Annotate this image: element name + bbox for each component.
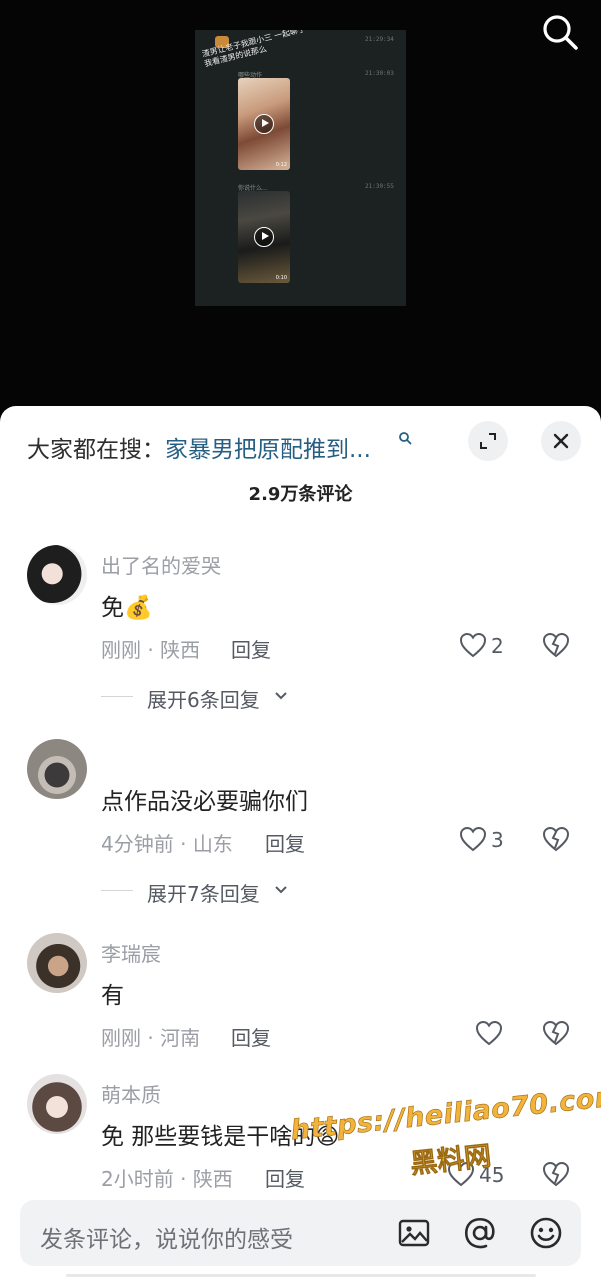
money-bag-emoji: 💰: [124, 595, 153, 621]
video-player[interactable]: 渣男让老子我跟小三 一起聊了我看渣男的说那么 21:29:34 21:30:03…: [0, 0, 601, 420]
reply-button[interactable]: 回复: [265, 828, 305, 857]
like-count: 2: [491, 634, 504, 658]
play-icon: [254, 114, 274, 134]
reply-button[interactable]: 回复: [265, 1163, 305, 1192]
video-timestamp: 21:30:03: [365, 70, 394, 77]
video-frame: 渣男让老子我跟小三 一起聊了我看渣男的说那么 21:29:34 21:30:03…: [195, 30, 406, 306]
search-icon[interactable]: [540, 12, 580, 52]
reply-button[interactable]: 回复: [231, 1022, 271, 1051]
comment-time: 刚刚: [101, 638, 141, 662]
clip-duration: 0:12: [275, 162, 287, 168]
expand-replies-label: 展开7条回复: [147, 882, 260, 906]
avatar[interactable]: [27, 933, 87, 993]
comment-username[interactable]: 出了名的爱哭: [101, 550, 221, 579]
clip-duration: 0:10: [275, 275, 287, 281]
comment-username[interactable]: 萌本质: [101, 1079, 161, 1108]
emoji-icon[interactable]: [528, 1215, 564, 1251]
at-icon[interactable]: [462, 1215, 498, 1251]
expand-icon: [480, 433, 496, 449]
chevron-down-icon: [275, 692, 287, 700]
avatar[interactable]: [27, 739, 87, 799]
dislike-heart-icon[interactable]: [542, 826, 570, 852]
comment-time: 4分钟前: [101, 832, 174, 856]
comment-text: 免💰: [101, 588, 153, 622]
comment-count-title: 2.9万条评论: [248, 484, 353, 505]
comment-meta: 刚刚 · 陕西: [101, 638, 201, 662]
comment-location: 陕西: [192, 1167, 233, 1191]
comment-meta: 2小时前 · 陕西: [101, 1167, 233, 1191]
play-icon: [254, 227, 274, 247]
comment-meta: 刚刚 · 河南: [101, 1026, 201, 1050]
trending-search-query[interactable]: 家暴男把原配推到...: [165, 437, 371, 463]
divider: [101, 890, 133, 891]
video-timestamp: 21:29:34: [365, 36, 394, 43]
reply-button[interactable]: 回复: [231, 634, 271, 663]
comment-text-body: 免 那些要钱是干啥的: [101, 1124, 316, 1150]
video-clip-thumbnail[interactable]: 0:10: [238, 191, 290, 283]
comment-text: 点作品没必要骗你们: [101, 789, 308, 815]
chevron-down-icon: [275, 886, 287, 894]
comment-input-bar[interactable]: 发条评论，说说你的感受: [20, 1200, 581, 1266]
comment-location: 陕西: [160, 638, 201, 662]
comment-username[interactable]: 李瑞宸: [101, 938, 161, 967]
expand-panel-button[interactable]: [468, 421, 508, 461]
heart-icon[interactable]: [459, 826, 487, 852]
dislike-heart-icon[interactable]: [542, 1161, 570, 1187]
avatar[interactable]: [27, 1074, 87, 1134]
dislike-heart-icon[interactable]: [542, 632, 570, 658]
comment-time: 2小时前: [101, 1167, 174, 1191]
home-indicator: [66, 1274, 536, 1277]
comment-text: 有: [101, 983, 124, 1009]
comment-location: 河南: [160, 1026, 201, 1050]
comment-time: 刚刚: [101, 1026, 141, 1050]
search-mini-icon: [399, 432, 412, 445]
comment-input-placeholder[interactable]: 发条评论，说说你的感受: [40, 1220, 293, 1254]
video-clip-thumbnail[interactable]: 0:12: [238, 78, 290, 170]
comment-location: 山东: [192, 832, 233, 856]
close-icon: [553, 433, 569, 449]
video-timestamp: 21:30:55: [365, 183, 394, 190]
close-panel-button[interactable]: [541, 421, 581, 461]
comment-text-body: 免: [101, 595, 124, 621]
divider: [101, 696, 133, 697]
image-icon[interactable]: [396, 1215, 432, 1251]
dislike-heart-icon[interactable]: [542, 1020, 570, 1046]
heart-icon[interactable]: [475, 1020, 503, 1046]
avatar[interactable]: [27, 545, 87, 605]
comment-meta: 4分钟前 · 山东: [101, 832, 233, 856]
expand-replies-label: 展开6条回复: [147, 688, 260, 712]
heart-icon[interactable]: [459, 632, 487, 658]
trending-search[interactable]: 大家都在搜：家暴男把原配推到...: [27, 430, 371, 464]
like-count: 3: [491, 828, 504, 852]
trending-search-label: 大家都在搜：: [27, 437, 165, 463]
